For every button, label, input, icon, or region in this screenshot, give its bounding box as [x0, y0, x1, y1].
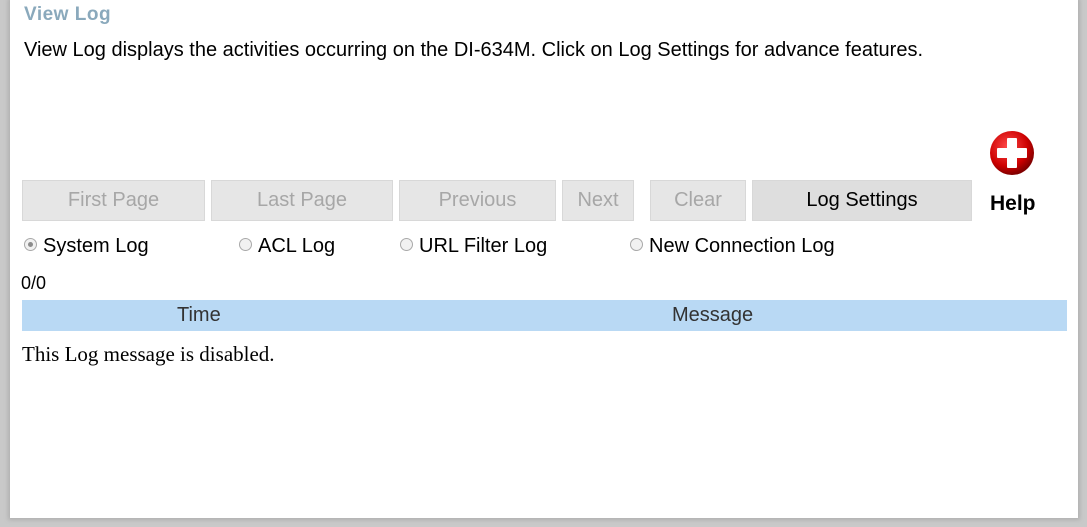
page-description: View Log displays the activities occurri…	[24, 39, 923, 61]
radio-acl-log[interactable]: ACL Log	[239, 235, 335, 258]
view-log-panel: View Log View Log displays the activitie…	[10, 0, 1078, 518]
previous-button[interactable]: Previous	[399, 180, 556, 221]
radio-checked-icon[interactable]	[24, 238, 37, 251]
column-header-message: Message	[672, 304, 754, 326]
radio-unchecked-icon[interactable]	[630, 238, 643, 251]
radio-unchecked-icon[interactable]	[239, 238, 252, 251]
help-label[interactable]: Help	[990, 192, 1036, 216]
log-empty-message: This Log message is disabled.	[22, 342, 275, 366]
clear-button[interactable]: Clear	[650, 180, 746, 221]
help-plus-icon[interactable]	[988, 129, 1036, 177]
radio-new-connection-log[interactable]: New Connection Log	[630, 235, 835, 258]
log-settings-button[interactable]: Log Settings	[752, 180, 972, 221]
page-title: View Log	[24, 4, 112, 25]
next-button[interactable]: Next	[562, 180, 634, 221]
log-table-header: Time Message	[22, 300, 1067, 331]
page-counter: 0/0	[21, 273, 47, 293]
radio-label: New Connection Log	[649, 235, 835, 257]
radio-system-log[interactable]: System Log	[24, 235, 149, 258]
first-page-button[interactable]: First Page	[22, 180, 205, 221]
last-page-button[interactable]: Last Page	[211, 180, 393, 221]
radio-url-filter-log[interactable]: URL Filter Log	[400, 235, 547, 258]
radio-unchecked-icon[interactable]	[400, 238, 413, 251]
radio-label: System Log	[43, 235, 149, 257]
radio-label: URL Filter Log	[419, 235, 548, 257]
column-header-time: Time	[177, 304, 221, 326]
radio-label: ACL Log	[258, 235, 336, 257]
